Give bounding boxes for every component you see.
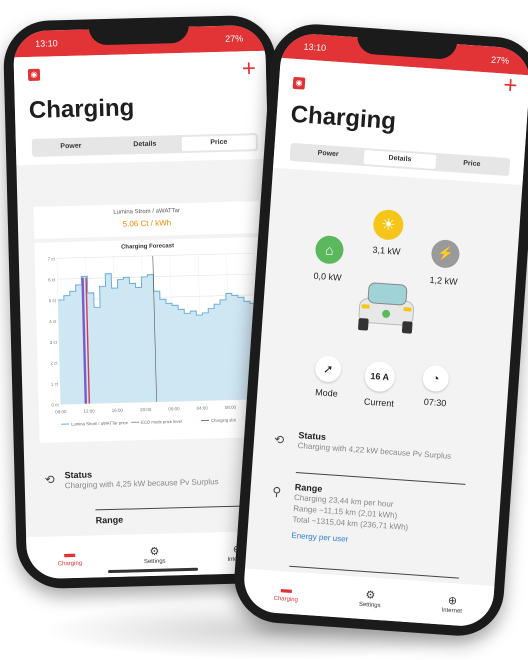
current-button[interactable]: 16 A	[364, 361, 396, 393]
nav-charging-label: Charging	[273, 595, 298, 603]
y-tick-label: 5 ct	[49, 298, 57, 303]
y-tick-label: 1 ct	[51, 381, 59, 386]
app-header: ◉ + Charging Power Details Price	[273, 58, 528, 185]
app-logo-icon: ◉	[28, 69, 40, 81]
y-tick-label: 6 ct	[48, 277, 56, 282]
tab-details[interactable]: Details	[364, 150, 437, 169]
car-icon	[350, 276, 424, 341]
battery-icon: ▬	[280, 583, 292, 597]
phone-right-screen: 13:10 27% ◉ + Charging Power Details Pri…	[242, 32, 528, 628]
tab-bar: Power Details Price	[290, 143, 511, 176]
x-tick-label: 08:00	[55, 409, 67, 414]
location-icon: ⚲	[272, 484, 282, 499]
phone-right: 13:10 27% ◉ + Charging Power Details Pri…	[231, 21, 528, 638]
camera-notch	[89, 25, 189, 46]
mode-button[interactable]: ➚	[314, 355, 342, 383]
legend-label: Charging slot	[211, 417, 237, 423]
x-tick-label: 20:00	[140, 407, 152, 412]
range-section: Range Charging 23,44 km per hour Range ~…	[291, 482, 475, 552]
globe-icon: ⊕	[447, 594, 457, 608]
chart-card: Charging Forecast 0 ct1 ct2 ct3 ct4 ct5 …	[34, 237, 265, 443]
battery-icon: ▬	[64, 547, 75, 560]
status-section: Status Charging with 4,22 kW because Pv …	[297, 430, 478, 464]
tab-details[interactable]: Details	[108, 137, 182, 153]
add-icon[interactable]: +	[242, 57, 257, 81]
home-icon: ⌂	[315, 235, 345, 265]
range-label: Range	[96, 515, 124, 526]
y-tick-label: 0 ct	[51, 402, 59, 407]
x-tick-label: 08:00	[225, 405, 237, 410]
app-logo-icon: ◉	[293, 77, 306, 90]
add-icon[interactable]: +	[502, 74, 518, 99]
divider	[95, 505, 245, 510]
nav-settings-label: Settings	[359, 601, 381, 608]
y-tick-label: 7 ct	[48, 256, 56, 261]
x-tick-label: 12:00	[83, 408, 95, 413]
grid-power-value: 1,2 kW	[423, 274, 464, 287]
grid-line	[57, 253, 255, 258]
x-tick-label: 16:00	[112, 408, 124, 413]
status-battery: 27%	[491, 55, 510, 66]
sun-icon: ☀	[372, 209, 404, 241]
y-tick-label: 2 ct	[50, 361, 58, 366]
price-chart: 0 ct 1 ct 2 ct 3 ct 4 ct 5 ct 6 ct 7 ct 08:00 12:…	[35, 249, 266, 441]
legend-label: Lumina Strom / aWATTar price	[71, 420, 129, 427]
gear-icon: ⚙	[149, 545, 159, 558]
nav-charging[interactable]: ▬ Charging	[57, 547, 82, 567]
tab-price[interactable]: Price	[435, 155, 508, 174]
timer-value: 07:30	[413, 396, 458, 409]
clock-icon: ◔	[432, 371, 440, 385]
status-time: 13:10	[35, 38, 58, 49]
tab-power[interactable]: Power	[34, 139, 108, 155]
legend-label: ECO mode price level	[141, 419, 182, 425]
status-icon: ⟲	[44, 472, 54, 486]
y-tick-label: 3 ct	[50, 340, 58, 345]
nav-charging-label: Charging	[58, 560, 83, 567]
app-header: ◉ + Charging Power Details Price	[14, 51, 269, 166]
x-tick-label: 04:00	[197, 405, 209, 410]
price-value: 5.06 Ct / kWh	[34, 216, 260, 231]
page-title: Charging	[29, 94, 135, 125]
nav-charging[interactable]: ▬ Charging	[273, 582, 299, 603]
grid-icon: ⚡	[431, 239, 461, 269]
status-time: 13:10	[303, 42, 326, 54]
status-icon: ⟲	[274, 432, 285, 447]
timer-button[interactable]: ◔	[422, 365, 450, 393]
current-value: 16 A	[370, 371, 389, 382]
status-battery: 27%	[225, 33, 243, 43]
tab-bar: Power Details Price	[32, 133, 258, 157]
mode-label: Mode	[305, 386, 348, 399]
tab-power[interactable]: Power	[292, 145, 365, 164]
nav-settings-label: Settings	[144, 558, 166, 565]
page-title: Charging	[290, 101, 397, 136]
nav-internet-label: Internet	[441, 607, 462, 614]
nav-settings[interactable]: ⚙ Settings	[144, 545, 166, 565]
current-label: Current	[357, 396, 402, 409]
tab-price[interactable]: Price	[182, 135, 256, 151]
y-tick-label: 4 ct	[49, 319, 57, 324]
gear-icon: ⚙	[365, 589, 376, 603]
nav-settings[interactable]: ⚙ Settings	[359, 588, 382, 608]
home-power-value: 0,0 kW	[307, 270, 348, 283]
status-section: Status Charging with 4,25 kW because Pv …	[64, 465, 244, 491]
nav-internet[interactable]: ⊕ Internet	[441, 594, 463, 614]
sun-power-value: 3,1 kW	[365, 244, 408, 257]
x-tick-label: 00:00	[168, 406, 180, 411]
price-card: Lumina Strom / aWATTar 5.06 Ct / kWh	[33, 201, 260, 239]
